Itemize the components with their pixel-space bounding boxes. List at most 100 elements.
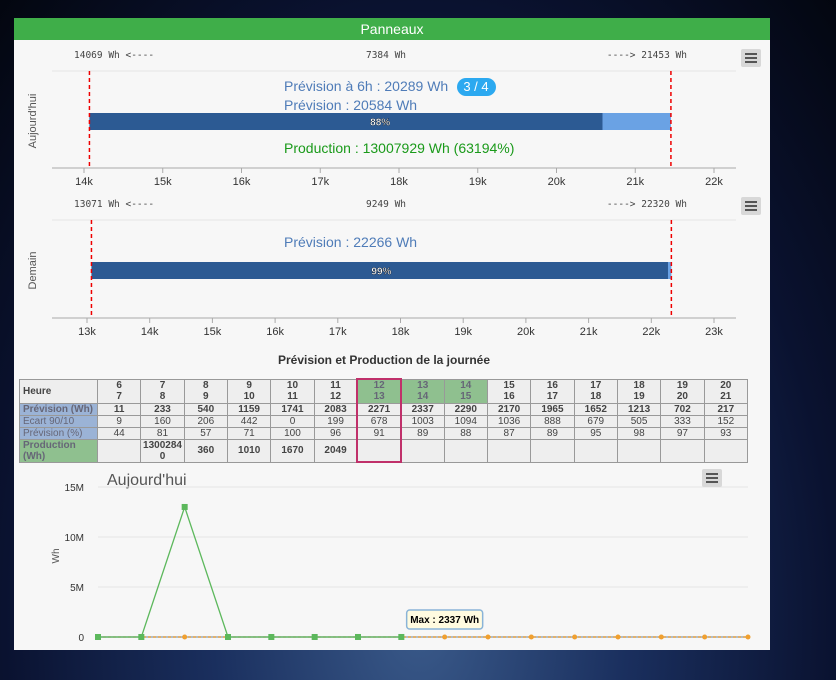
- chart-menu-button[interactable]: [702, 469, 722, 487]
- table-cell: [530, 438, 575, 463]
- row-hours: Heure 6 7 7 8 8 9 9 10 10 11 11 12 12 13 13 14 14 15 15 16 16…: [19, 378, 749, 404]
- chart-point: [182, 634, 188, 640]
- chart-tooltip-label: Max : 2337 Wh: [410, 615, 479, 626]
- table-cell: 81: [140, 426, 185, 440]
- tomorrow-tick-label: 22k: [642, 326, 660, 338]
- table-cell: 1036: [486, 414, 532, 428]
- table-cell: 11: [96, 402, 142, 416]
- row-prevision: Prévision (Wh) 11 233 540 1159 1741 2083 2271 23…: [19, 402, 749, 416]
- table-cell: 18 19: [616, 378, 662, 404]
- today-menu-button[interactable]: [741, 49, 761, 67]
- tomorrow-tick-label: 19k: [454, 326, 472, 338]
- chart-point: [442, 634, 448, 640]
- table-cell: 152: [703, 414, 749, 428]
- tomorrow-tick-label: 21k: [580, 326, 598, 338]
- tomorrow-tick-label: 17k: [329, 326, 347, 338]
- table-cell: 702: [660, 402, 705, 416]
- tomorrow-tick-label: 15k: [204, 326, 222, 338]
- table-cell: 1213: [616, 402, 662, 416]
- table-cell: 89: [530, 426, 575, 440]
- today-tick-label: 22k: [705, 176, 723, 188]
- tomorrow-bar-percent: 99%: [371, 267, 391, 278]
- table-cell: 2170: [486, 402, 532, 416]
- table-cell: 91: [356, 426, 402, 440]
- table-cell: 2290: [443, 402, 488, 416]
- table-cell: [356, 438, 402, 463]
- table-cell: 67: [96, 378, 142, 404]
- forecast-badge-label: 3 / 4: [463, 79, 488, 94]
- tomorrow-forecast-label: Prévision : 22266 Wh: [284, 234, 417, 250]
- row-label: Ecart 90/10: [19, 414, 98, 428]
- table-cell: 360: [183, 438, 228, 463]
- table-cell: 1003: [400, 414, 445, 428]
- tomorrow-tick-label: 16k: [266, 326, 284, 338]
- table-cell: [400, 438, 445, 463]
- chart-point: [572, 634, 578, 640]
- table-cell: 9: [96, 414, 142, 428]
- table-cell: 505: [616, 414, 662, 428]
- table-cell: 2337: [400, 402, 445, 416]
- today-tick-label: 18k: [390, 176, 408, 188]
- chart-series-line: [98, 504, 402, 638]
- today-range-label: 7384 Wh: [366, 50, 406, 61]
- table-cell: 1159: [226, 402, 272, 416]
- tomorrow-axis-label: Demain: [27, 252, 39, 290]
- row-label: Prévision (%): [19, 426, 98, 440]
- table-cell: 15 16: [486, 378, 532, 404]
- table-cell: 1300284 0: [140, 438, 185, 463]
- table-cell: [616, 438, 662, 463]
- chart-point: [745, 634, 751, 640]
- table-cell: 71: [226, 426, 272, 440]
- table-cell: 888: [530, 414, 575, 428]
- table-cell: 9 10: [226, 378, 272, 404]
- table-cell: 160: [140, 414, 185, 428]
- table-cell: 199: [313, 414, 358, 428]
- tomorrow-tick-label: 20k: [517, 326, 535, 338]
- gauge-charts: 14069 Wh <---- 7384 Wh ----> 21453 Wh Aujou…: [27, 50, 751, 644]
- table-cell: 95: [573, 426, 618, 440]
- chart-point: [398, 633, 405, 640]
- today-min-label: 14069 Wh <----: [74, 50, 154, 61]
- table-cell: 89: [183, 378, 228, 404]
- chart-point: [658, 634, 664, 640]
- today-tick-label: 16k: [233, 176, 251, 188]
- tomorrow-range-label: 9249 Wh: [366, 199, 406, 210]
- chart-y-tick: 0: [78, 633, 84, 644]
- table-cell: 19 20: [660, 378, 705, 404]
- table-cell: 98: [616, 426, 662, 440]
- today-tick-label: 15k: [154, 176, 172, 188]
- table-cell: 78: [140, 378, 185, 404]
- table-cell: 233: [140, 402, 185, 416]
- forecast-6h-label: Prévision à 6h : 20289 Wh: [284, 78, 448, 94]
- tomorrow-tick-label: 14k: [141, 326, 159, 338]
- today-tick-label: 21k: [626, 176, 644, 188]
- chart-point: [225, 634, 231, 640]
- tomorrow-min-label: 13071 Wh <----: [74, 199, 154, 210]
- tomorrow-tick-label: 13k: [78, 326, 96, 338]
- table-cell: 0: [270, 414, 315, 428]
- row-label: Production (Wh): [19, 438, 98, 463]
- chart-point: [268, 633, 275, 640]
- table-cell: 87: [486, 426, 532, 440]
- table-cell: 57: [183, 426, 228, 440]
- table-cell: 96: [313, 426, 358, 440]
- row-label: Heure: [19, 378, 98, 404]
- tomorrow-menu-button[interactable]: [741, 197, 761, 215]
- table-cell: [703, 438, 749, 463]
- table-cell: 16 17: [530, 378, 575, 404]
- table-cell: 97: [660, 426, 705, 440]
- table-cell: 100: [270, 426, 315, 440]
- table-cell: 1213: [356, 378, 402, 404]
- table-cell: 11 12: [313, 378, 358, 404]
- today-tick-label: 14k: [75, 176, 93, 188]
- table-cell: 14 15: [443, 378, 488, 404]
- chart-y-tick: 10M: [65, 533, 84, 544]
- today-bar-percent: 88%: [370, 118, 390, 129]
- chart-point: [181, 503, 188, 510]
- table-cell: 17 18: [573, 378, 618, 404]
- table-cell: 442: [226, 414, 272, 428]
- table-cell: 678: [356, 414, 402, 428]
- today-bar-forecast: [89, 113, 603, 130]
- table-title: Prévision et Production de la journée: [277, 353, 491, 367]
- today-production-label: Production : 13007929 Wh (63194%): [284, 140, 514, 156]
